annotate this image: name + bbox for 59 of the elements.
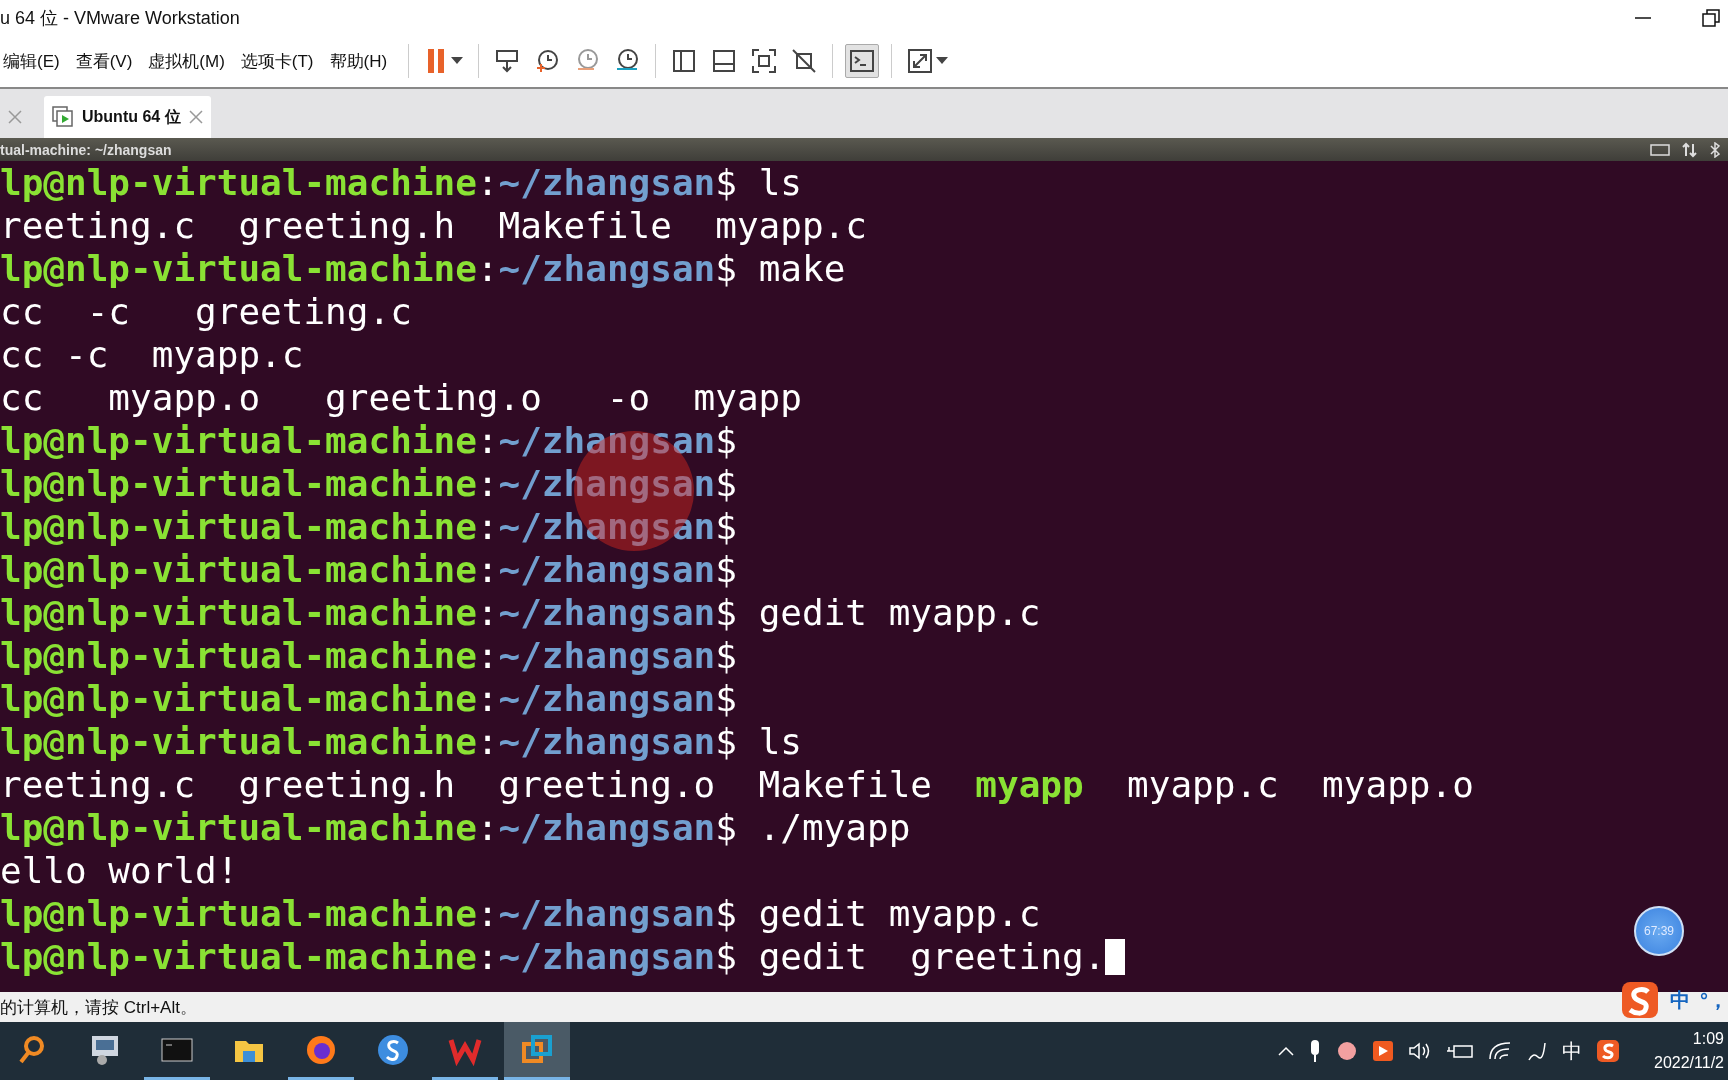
menu-item[interactable]: 选项卡(T): [237, 49, 323, 73]
prompt-line: lp@nlp-virtual-machine:~/zhangsan$ make: [0, 247, 846, 290]
output-line: cc -c greeting.c: [0, 290, 412, 333]
terminal[interactable]: [0, 161, 1728, 992]
speaker-icon[interactable]: [1408, 1041, 1432, 1061]
ime-punctuation[interactable]: °，: [1700, 986, 1728, 1014]
keyboard-icon: [1650, 143, 1670, 156]
no-stretch-icon[interactable]: [791, 48, 818, 74]
battery-plug-icon[interactable]: [1446, 1042, 1474, 1060]
snapshot-icon[interactable]: [534, 48, 561, 74]
status-text: 的计算机，请按 Ctrl+Alt。: [0, 996, 197, 1019]
input-mode[interactable]: 中: [1562, 1037, 1582, 1065]
fit-window-icon[interactable]: [751, 48, 778, 74]
sidebar-view-icon[interactable]: [671, 48, 698, 74]
output-line: reeting.c greeting.h Makefile myapp.c: [0, 204, 867, 247]
prompt-line: lp@nlp-virtual-machine:~/zhangsan$: [0, 677, 737, 720]
caret-icon: [936, 57, 949, 65]
prompt-line: lp@nlp-virtual-machine:~/zhangsan$ ls: [0, 720, 802, 763]
media-icon[interactable]: [1372, 1040, 1394, 1062]
prompt-line: lp@nlp-virtual-machine:~/zhangsan$: [0, 419, 737, 462]
send-keys-icon[interactable]: [494, 48, 521, 74]
network-icon: [1682, 141, 1698, 158]
terminal-icon: [849, 48, 876, 74]
s-logo-icon: [376, 1032, 410, 1067]
chevron-up-icon[interactable]: [1278, 1046, 1294, 1056]
clock-date[interactable]: 2022/11/2: [1654, 1051, 1724, 1075]
menu-item[interactable]: 虚拟机(M): [145, 49, 234, 73]
close-icon[interactable]: [188, 110, 203, 124]
prompt-line: lp@nlp-virtual-machine:~/zhangsan$: [0, 505, 737, 548]
menu-item[interactable]: 帮助(H): [326, 49, 397, 73]
caret-icon: [451, 57, 464, 65]
bottom-panel-icon[interactable]: [711, 48, 738, 74]
console-view-button[interactable]: [845, 44, 880, 78]
output-line: ello world!: [0, 849, 239, 892]
prompt-line: lp@nlp-virtual-machine:~/zhangsan$: [0, 634, 737, 677]
window-title: u 64 位 - VMware Workstation: [0, 6, 240, 30]
prompt-line: lp@nlp-virtual-machine:~/zhangsan$ ./myapp: [0, 806, 911, 849]
output-line: reeting.c greeting.h greeting.o Makefile myapp myapp.c myapp.o: [0, 763, 1474, 806]
menu-item[interactable]: 编辑(E): [0, 49, 69, 73]
menu-item[interactable]: 查看(V): [72, 49, 142, 73]
wifi-icon[interactable]: [1488, 1041, 1512, 1061]
clock-time[interactable]: 1:09: [1692, 1027, 1724, 1051]
restore-icon[interactable]: [1702, 8, 1720, 27]
prompt-line: lp@nlp-virtual-machine:~/zhangsan$ gedit myapp.c: [0, 591, 1041, 634]
expand-icon: [907, 48, 934, 74]
sogou-icon[interactable]: [1596, 1039, 1620, 1063]
vm-title: tual-machine: ~/zhangsan: [0, 141, 172, 158]
output-line: cc -c myapp.c: [0, 333, 304, 376]
prompt-line: lp@nlp-virtual-machine:~/zhangsan$ gedit greeting.: [0, 935, 1126, 978]
bluetooth-icon: [1710, 141, 1720, 158]
microphone-icon[interactable]: [1308, 1039, 1322, 1063]
vm-play-icon: [52, 106, 74, 128]
prompt-line: lp@nlp-virtual-machine:~/zhangsan$: [0, 548, 737, 591]
prompt-line: lp@nlp-virtual-machine:~/zhangsan$ ls: [0, 161, 802, 204]
output-line: cc myapp.o greeting.o -o myapp: [0, 376, 802, 419]
tab[interactable]: Ubuntu 64 位: [44, 96, 211, 138]
prompt-line: lp@nlp-virtual-machine:~/zhangsan$ gedit myapp.c: [0, 892, 1041, 935]
ime-mode[interactable]: 中: [1670, 986, 1690, 1014]
sogou-icon[interactable]: [1620, 980, 1660, 1020]
